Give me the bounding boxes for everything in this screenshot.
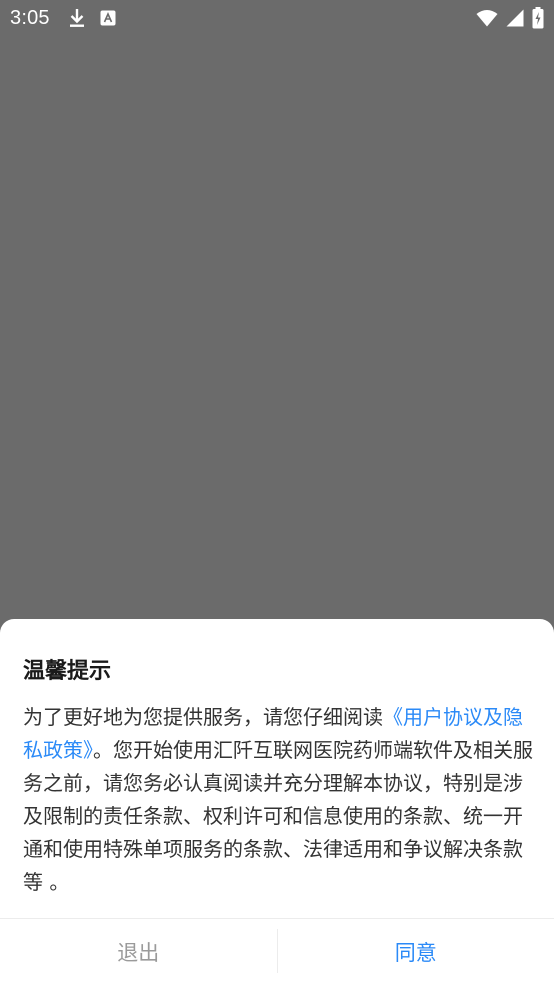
status-time: 3:05 [10, 6, 50, 29]
screen: 3:05 温馨提示 为了更好地为您提供服务，请您仔细阅读《用户协议及隐私政策》。… [0, 0, 554, 984]
dialog-button-row: 退出 同意 [0, 919, 554, 984]
download-icon [68, 8, 86, 28]
wifi-icon [476, 9, 498, 27]
privacy-dialog: 温馨提示 为了更好地为您提供服务，请您仔细阅读《用户协议及隐私政策》。您开始使用… [0, 619, 554, 984]
signal-icon [506, 9, 524, 27]
status-notification-icons [68, 8, 116, 28]
exit-button[interactable]: 退出 [0, 919, 277, 984]
message-details: 。您开始使用汇阡互联网医院药师端软件及相关服务之前，请您务必认真阅读并充分理解本… [23, 738, 533, 894]
dialog-message: 为了更好地为您提供服务，请您仔细阅读《用户协议及隐私政策》。您开始使用汇阡互联网… [23, 701, 533, 899]
dialog-title: 温馨提示 [23, 659, 112, 684]
agree-button[interactable]: 同意 [278, 919, 554, 984]
a-text-icon [100, 10, 116, 26]
battery-charging-icon [532, 7, 544, 29]
status-bar: 3:05 [0, 0, 554, 36]
status-system-icons [476, 7, 544, 29]
message-intro: 为了更好地为您提供服务，请您仔细阅读 [23, 705, 383, 729]
